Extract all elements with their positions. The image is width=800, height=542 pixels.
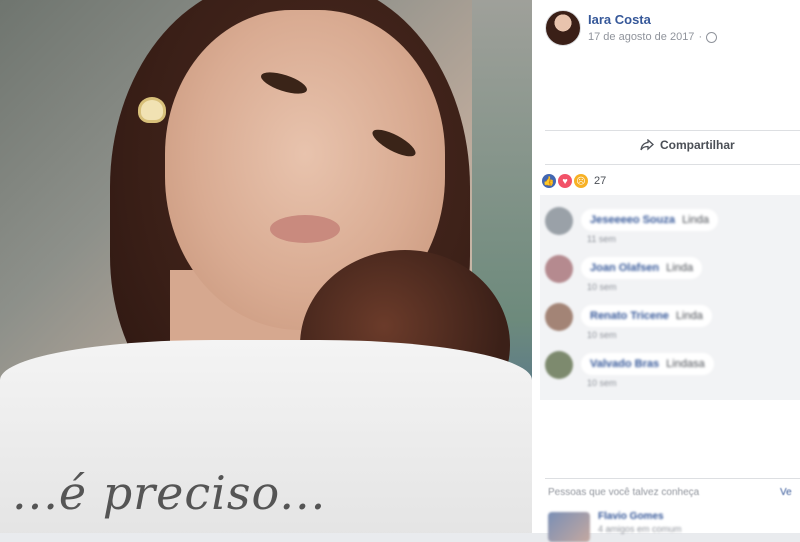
see-all-link[interactable]: Ve bbox=[780, 487, 792, 498]
author-avatar[interactable] bbox=[545, 10, 581, 46]
share-label: Compartilhar bbox=[660, 138, 735, 152]
globe-icon[interactable] bbox=[706, 31, 718, 43]
author-name[interactable]: Iara Costa bbox=[588, 12, 651, 27]
comment-item: Renato Tricene Linda 10 sem bbox=[545, 301, 795, 347]
comment-time[interactable]: 10 sem bbox=[587, 330, 617, 340]
reaction-count: 27 bbox=[594, 175, 607, 187]
divider bbox=[545, 478, 800, 479]
comment-author[interactable]: Renato Tricene bbox=[590, 310, 669, 322]
share-icon bbox=[640, 139, 654, 151]
post-date[interactable]: 17 de agosto de 2017 bbox=[588, 31, 694, 43]
comment-avatar[interactable] bbox=[545, 207, 573, 235]
comment-time[interactable]: 10 sem bbox=[587, 282, 617, 292]
comment-bubble: Renato Tricene Linda bbox=[581, 305, 712, 327]
comment-time[interactable]: 10 sem bbox=[587, 378, 617, 388]
comment-text: Linda bbox=[675, 310, 703, 322]
comment-author[interactable]: Valvado Bras bbox=[590, 358, 659, 370]
comment-author[interactable]: Joan Olafsen bbox=[590, 262, 659, 274]
comment-author[interactable]: Jeseeeeo Souza bbox=[590, 214, 675, 226]
comment-avatar[interactable] bbox=[545, 255, 573, 283]
divider bbox=[545, 130, 800, 131]
love-icon: ♥ bbox=[558, 174, 572, 188]
comment-bubble: Valvado Bras Lindasa bbox=[581, 353, 714, 375]
comment-text: Linda bbox=[666, 262, 694, 274]
comment-item: Valvado Bras Lindasa 10 sem bbox=[545, 349, 795, 395]
photo-earring bbox=[138, 97, 166, 123]
suggested-person-avatar[interactable] bbox=[548, 512, 590, 542]
comment-avatar[interactable] bbox=[545, 303, 573, 331]
comment-text: Lindasa bbox=[666, 358, 705, 370]
divider bbox=[545, 164, 800, 165]
meta-separator: · bbox=[698, 31, 703, 43]
comment-bubble: Joan Olafsen Linda bbox=[581, 257, 703, 279]
comment-text: Linda bbox=[682, 214, 709, 226]
comment-item: Joan Olafsen Linda 10 sem bbox=[545, 253, 795, 299]
comment-avatar[interactable] bbox=[545, 351, 573, 379]
comment-item: Jeseeeeo Souza Linda 11 sem bbox=[545, 205, 795, 251]
suggested-person-name[interactable]: Flavio Gomes bbox=[598, 511, 664, 522]
post-meta: 17 de agosto de 2017 · bbox=[588, 31, 718, 43]
comment-bubble: Jeseeeeo Souza Linda bbox=[581, 209, 718, 231]
comment-time[interactable]: 11 sem bbox=[587, 234, 616, 244]
reactions-summary[interactable]: 👍 ♥ ☹ 27 bbox=[542, 174, 606, 188]
post-photo[interactable]: ...é preciso... bbox=[0, 0, 532, 533]
sad-icon: ☹ bbox=[574, 174, 588, 188]
people-you-may-know-title: Pessoas que você talvez conheça bbox=[548, 487, 700, 498]
photo-lips bbox=[270, 215, 340, 243]
share-button[interactable]: Compartilhar bbox=[640, 138, 735, 152]
photo-shirt-text: ...é preciso... bbox=[12, 466, 327, 520]
like-icon: 👍 bbox=[542, 174, 556, 188]
